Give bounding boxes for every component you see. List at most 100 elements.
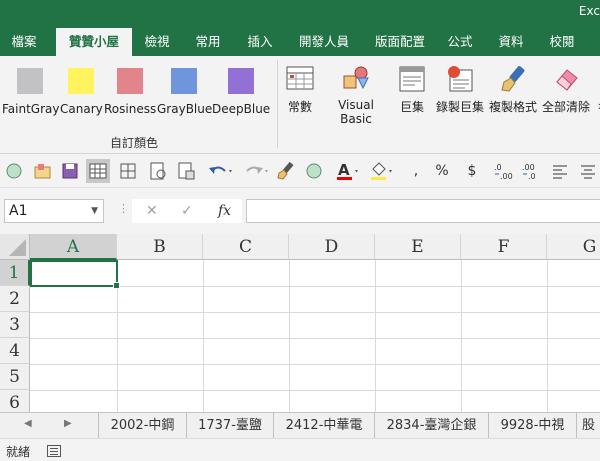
chevron-down-icon[interactable]: ▼ <box>91 200 98 222</box>
open-folder-icon[interactable] <box>30 159 54 183</box>
percent-style-button[interactable]: % <box>430 159 454 183</box>
tab-file[interactable]: 檔案 <box>0 28 48 56</box>
worksheet-grid: A B C D E F G 1 2 3 4 5 6 <box>0 234 600 412</box>
column-header-c[interactable]: C <box>203 234 289 260</box>
print-preview-icon[interactable] <box>146 159 170 183</box>
constants-button[interactable]: 常數 <box>282 64 318 115</box>
faintgray-swatch <box>17 68 43 94</box>
row-header-5[interactable]: 5 <box>0 364 30 390</box>
circle-icon[interactable] <box>2 159 26 183</box>
page-setup-icon[interactable] <box>174 159 198 183</box>
column-header-g[interactable]: G <box>547 234 600 260</box>
more-label: 彳 <box>596 100 600 114</box>
tab-view[interactable]: 檢視 <box>137 28 177 56</box>
more-icon <box>592 64 600 94</box>
align-left-icon[interactable] <box>548 159 572 183</box>
deepblue-button[interactable]: DeepBlue <box>212 64 270 116</box>
undo-icon[interactable] <box>204 159 236 183</box>
svg-text:.0: .0 <box>494 163 502 172</box>
row-header-1[interactable]: 1 <box>0 260 30 286</box>
decrease-decimal-icon[interactable]: .00.0 <box>518 159 542 183</box>
tab-formulas[interactable]: 公式 <box>440 28 480 56</box>
tab-zanzan[interactable]: 贊贊小屋 <box>56 28 132 56</box>
sheet-tab-2834[interactable]: 2834-臺灣企銀 <box>374 413 488 439</box>
formula-input[interactable] <box>246 199 600 223</box>
column-header-d[interactable]: D <box>289 234 375 260</box>
tab-home[interactable]: 常用 <box>188 28 228 56</box>
title-bar: Exc <box>0 0 600 28</box>
status-bar: 就緒 <box>0 438 600 461</box>
faintgray-label: FaintGray <box>2 102 60 116</box>
grayblue-swatch <box>171 68 197 94</box>
format-painter-button[interactable]: 複製格式 <box>487 64 539 115</box>
group-divider <box>277 60 278 148</box>
selected-cell[interactable] <box>30 260 120 289</box>
row-header-4[interactable]: 4 <box>0 338 30 364</box>
ribbon-panel: FaintGray Canary Rosiness GrayBlue DeepB… <box>0 56 600 154</box>
rosiness-swatch <box>117 68 143 94</box>
next-sheet-icon[interactable]: ▶ <box>64 418 72 429</box>
column-header-a[interactable]: A <box>30 234 117 260</box>
clear-all-button[interactable]: 全部清除 <box>540 64 592 115</box>
svg-text:.00: .00 <box>500 172 513 181</box>
record-macro-icon <box>445 64 475 94</box>
status-text: 就緒 <box>6 445 31 459</box>
font-color-icon[interactable]: A <box>334 159 366 183</box>
row-header-2[interactable]: 2 <box>0 286 30 312</box>
column-header-f[interactable]: F <box>461 234 547 260</box>
select-all-button[interactable] <box>0 234 30 260</box>
name-box-value: A1 <box>9 203 28 219</box>
tab-insert[interactable]: 插入 <box>240 28 280 56</box>
rosiness-button[interactable]: Rosiness <box>104 64 156 116</box>
circle-toggle-icon[interactable] <box>302 159 326 183</box>
tab-developer[interactable]: 開發人員 <box>292 28 356 56</box>
custom-colors-group-label: 自訂顏色 <box>110 136 159 150</box>
row-header-6[interactable]: 6 <box>0 390 30 412</box>
macros-button[interactable]: 巨集 <box>394 64 430 115</box>
macros-label: 巨集 <box>399 100 424 114</box>
name-box[interactable]: A1 ▼ <box>4 199 104 223</box>
insert-function-button[interactable]: fx <box>218 199 231 223</box>
currency-style-button[interactable]: $ <box>460 159 484 183</box>
tab-review[interactable]: 校閱 <box>542 28 582 56</box>
sheet-tab-1737[interactable]: 1737-臺鹽 <box>186 413 273 439</box>
cancel-entry-button[interactable]: ✕ <box>146 199 158 223</box>
column-gridline <box>375 260 376 412</box>
canary-swatch <box>68 68 94 94</box>
grid-view-icon[interactable] <box>86 159 110 183</box>
column-header-e[interactable]: E <box>375 234 461 260</box>
sheet-tab-9928[interactable]: 9928-中視 <box>488 413 576 439</box>
increase-decimal-icon[interactable]: .0.00 <box>490 159 514 183</box>
confirm-entry-button[interactable]: ✓ <box>181 199 193 223</box>
grayblue-button[interactable]: GrayBlue <box>157 64 213 116</box>
save-icon[interactable] <box>58 159 82 183</box>
canary-label: Canary <box>60 102 103 116</box>
constants-label: 常數 <box>287 100 312 114</box>
align-center-icon[interactable] <box>576 159 600 183</box>
column-gridline <box>461 260 462 412</box>
grayblue-label: GrayBlue <box>157 102 213 116</box>
tab-page-layout[interactable]: 版面配置 <box>368 28 432 56</box>
tab-data[interactable]: 資料 <box>491 28 531 56</box>
sheet-tab-2412[interactable]: 2412-中華電 <box>273 413 374 439</box>
previous-sheet-icon[interactable]: ◀ <box>24 418 32 429</box>
faintgray-button[interactable]: FaintGray <box>2 64 60 116</box>
column-gridline <box>203 260 204 412</box>
sheet-tab-partial[interactable]: 股 <box>576 413 600 439</box>
brush-icon[interactable] <box>274 159 298 183</box>
canary-button[interactable]: Canary <box>60 64 103 116</box>
visual-basic-button[interactable]: Visual Basic <box>322 64 390 126</box>
column-header-b[interactable]: B <box>117 234 203 260</box>
column-gridline <box>547 260 548 412</box>
comma-style-button[interactable]: , <box>404 159 428 183</box>
sheet-tab-2002[interactable]: 2002-中鋼 <box>98 413 186 439</box>
record-macro-button[interactable]: 錄製巨集 <box>434 64 486 115</box>
row-header-3[interactable]: 3 <box>0 312 30 338</box>
redo-icon[interactable] <box>240 159 272 183</box>
more-button[interactable]: 彳 <box>592 64 600 115</box>
fill-color-icon[interactable] <box>368 159 400 183</box>
eraser-icon <box>551 64 581 94</box>
formula-bar-grip[interactable]: ⋮ <box>118 202 129 215</box>
macro-recording-icon[interactable] <box>47 445 61 457</box>
table-border-icon[interactable] <box>116 159 140 183</box>
